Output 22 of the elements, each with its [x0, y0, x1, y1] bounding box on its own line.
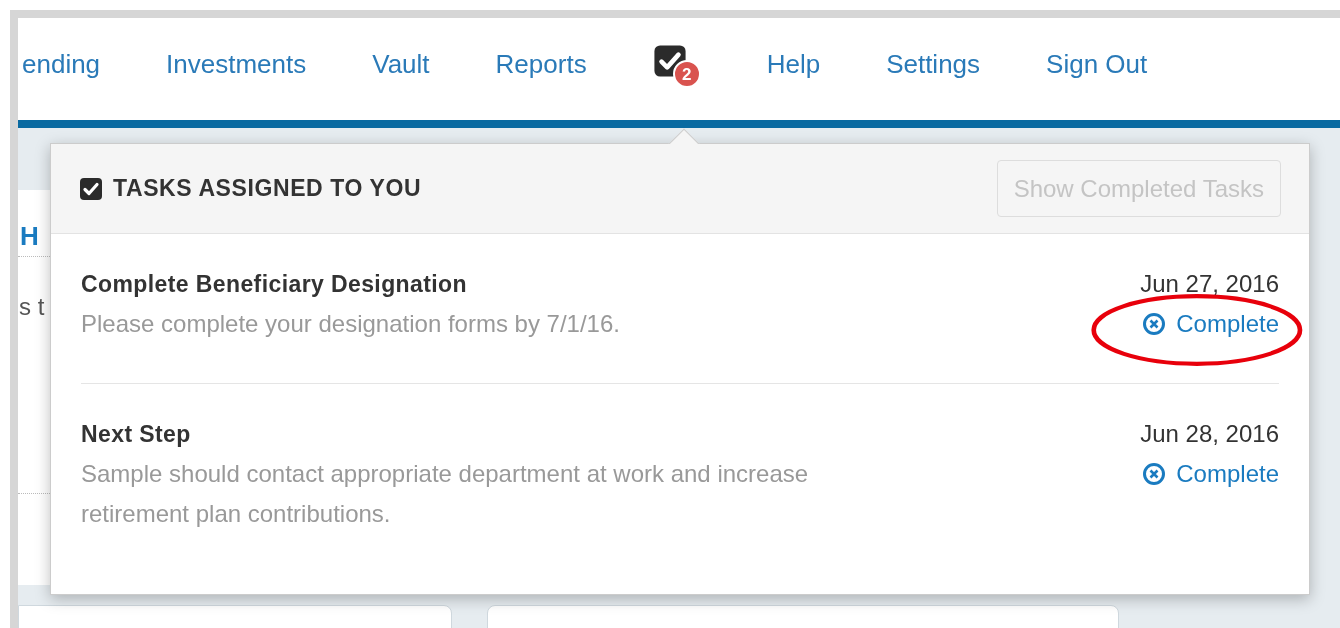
- popup-title: TASKS ASSIGNED TO YOU: [113, 174, 422, 204]
- complete-link[interactable]: Complete: [1142, 454, 1279, 494]
- nav-link[interactable]: ending: [22, 44, 101, 84]
- task-date: Jun 28, 2016: [1140, 419, 1279, 449]
- nav-link[interactable]: Investments: [166, 44, 307, 84]
- checkbox-icon: [79, 176, 103, 201]
- body-text: s t: [18, 292, 46, 322]
- task-title: Next Step: [81, 420, 192, 449]
- nav-link[interactable]: Reports: [495, 44, 587, 84]
- task-title: Complete Beneficiary Designation: [81, 270, 468, 299]
- notification-badge: 2: [672, 60, 701, 88]
- close-circle-icon: [1142, 462, 1167, 486]
- nav-link[interactable]: Settings: [886, 44, 981, 84]
- task-description: Sample should contact appropriate department at work and increase retirement plan contributions.: [81, 459, 810, 529]
- nav-link[interactable]: Vault: [372, 44, 430, 84]
- section-heading: H: [19, 220, 40, 252]
- task-description: Please complete your designation forms by 7/1/16.: [81, 309, 620, 339]
- close-circle-icon: [1142, 312, 1167, 336]
- nav-link[interactable]: Sign Out: [1046, 44, 1148, 84]
- task-date: Jun 27, 2016: [1140, 269, 1279, 299]
- nav-link[interactable]: Help: [766, 44, 821, 84]
- tasks-button[interactable]: 2: [652, 44, 701, 84]
